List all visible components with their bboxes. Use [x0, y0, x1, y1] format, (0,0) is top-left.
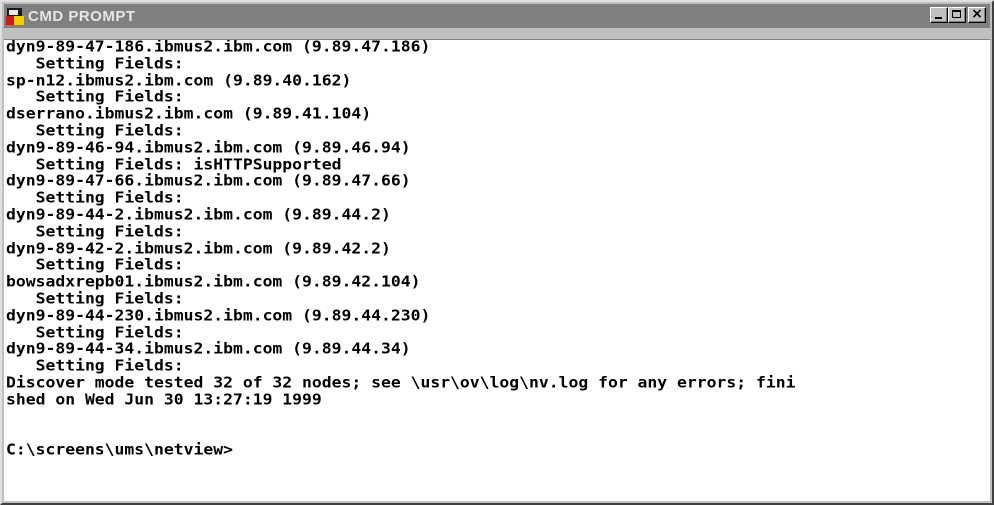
- console-line: dyn9-89-44-34.ibmus2.ibm.com (9.89.44.34…: [6, 340, 411, 358]
- console-line: dyn9-89-44-230.ibmus2.ibm.com (9.89.44.2…: [6, 306, 431, 325]
- msdos-icon[interactable]: [6, 7, 24, 25]
- title-bar[interactable]: CMD PROMPT ×: [4, 4, 990, 28]
- console-line: Setting Fields:: [6, 54, 184, 73]
- window-controls: ×: [930, 6, 986, 23]
- maximize-icon: [952, 10, 961, 18]
- minimize-icon: [935, 17, 942, 19]
- console-line: dyn9-89-46-94.ibmus2.ibm.com (9.89.46.94…: [6, 138, 411, 157]
- console-line: Discover mode tested 32 of 32 nodes; see…: [6, 374, 796, 392]
- console-line: shed on Wed Jun 30 13:27:19 1999: [6, 390, 322, 409]
- console-line: dyn9-89-44-2.ibmus2.ibm.com (9.89.44.2): [6, 206, 391, 224]
- console-line: dyn9-89-42-2.ibmus2.ibm.com (9.89.42.2): [6, 239, 391, 257]
- close-button[interactable]: ×: [968, 6, 986, 23]
- console-line: dyn9-89-47-66.ibmus2.ibm.com (9.89.47.66…: [6, 172, 411, 190]
- console-line: dserrano.ibmus2.ibm.com (9.89.41.104): [6, 105, 372, 123]
- window-title: CMD PROMPT: [28, 7, 136, 25]
- console-line: Setting Fields:: [6, 122, 184, 140]
- console-line: Setting Fields: isHTTPSupported: [6, 155, 342, 173]
- cmd-window: CMD PROMPT × dyn9-89-47-186.ibmus2.ibm.c…: [0, 0, 994, 505]
- console-line: Setting Fields:: [6, 357, 184, 375]
- console-line: Setting Fields:: [6, 189, 184, 207]
- console-line: Setting Fields:: [6, 256, 184, 274]
- console-line: dyn9-89-47-186.ibmus2.ibm.com (9.89.47.1…: [6, 39, 431, 56]
- minimize-button[interactable]: [930, 7, 948, 23]
- console-line: Setting Fields:: [6, 290, 184, 308]
- console-output[interactable]: dyn9-89-47-186.ibmus2.ibm.com (9.89.47.1…: [4, 39, 990, 501]
- console-line: bowsadxrepb01.ibmus2.ibm.com (9.89.42.10…: [6, 273, 421, 291]
- console-line: Setting Fields:: [6, 88, 184, 106]
- console-line: Setting Fields:: [6, 222, 184, 241]
- console-line: Setting Fields:: [6, 323, 184, 341]
- close-icon: ×: [971, 6, 983, 22]
- maximize-button[interactable]: [948, 7, 966, 23]
- console-line: sp-n12.ibmus2.ibm.com (9.89.40.162): [6, 71, 352, 89]
- command-prompt[interactable]: C:\screens\ums\netview>: [4, 442, 990, 458]
